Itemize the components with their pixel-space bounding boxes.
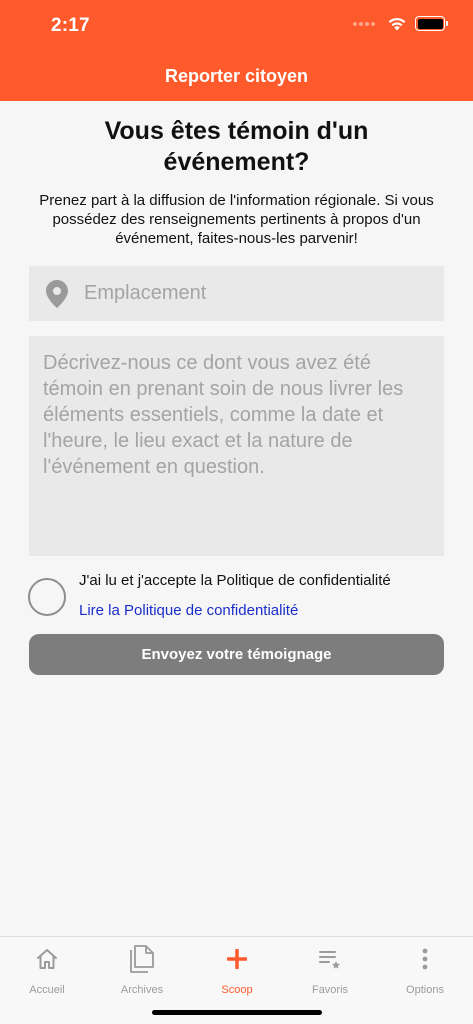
- battery-icon: [415, 16, 448, 31]
- tab-archives[interactable]: Archives: [102, 945, 182, 996]
- signal-icon: [353, 21, 375, 26]
- nav-title: Reporter citoyen: [164, 66, 309, 86]
- description-input[interactable]: [29, 336, 444, 556]
- location-field[interactable]: [29, 266, 444, 321]
- tab-label: Favoris: [311, 984, 349, 996]
- location-pin-icon: [46, 279, 68, 308]
- home-indicator: [152, 1010, 322, 1015]
- tab-scoop[interactable]: Scoop: [197, 945, 277, 996]
- status-icons: [353, 16, 448, 31]
- plus-icon: [227, 949, 247, 969]
- tab-favoris[interactable]: Favoris: [290, 945, 370, 996]
- consent-label: J'ai lu et j'accepte la Politique de con…: [79, 572, 391, 589]
- documents-icon: [130, 945, 154, 973]
- submit-button[interactable]: Envoyez votre témoignage: [29, 634, 444, 675]
- wifi-icon: [388, 18, 406, 31]
- page-title: Vous êtes témoin d'un événement?: [104, 117, 369, 176]
- location-input[interactable]: [84, 282, 414, 305]
- tab-label: Archives: [120, 984, 164, 996]
- tab-accueil[interactable]: Accueil: [7, 945, 87, 996]
- consent-checkbox[interactable]: [28, 578, 66, 616]
- privacy-policy-link[interactable]: Lire la Politique de confidentialité: [79, 602, 298, 619]
- app-header: 2:17 Reporter citoyen: [0, 0, 473, 101]
- tab-label: Options: [406, 984, 444, 996]
- more-vertical-icon: [422, 948, 428, 970]
- intro-text: Prenez part à la diffusion de l'informat…: [39, 192, 434, 247]
- tab-label: Scoop: [221, 984, 253, 996]
- intro-section: Vous êtes témoin d'un événement? Prenez …: [29, 116, 444, 248]
- home-icon: [37, 949, 57, 969]
- status-time: 2:17: [51, 15, 90, 36]
- tab-options[interactable]: Options: [385, 945, 465, 996]
- list-star-icon: [319, 951, 340, 969]
- tab-label: Accueil: [29, 984, 65, 996]
